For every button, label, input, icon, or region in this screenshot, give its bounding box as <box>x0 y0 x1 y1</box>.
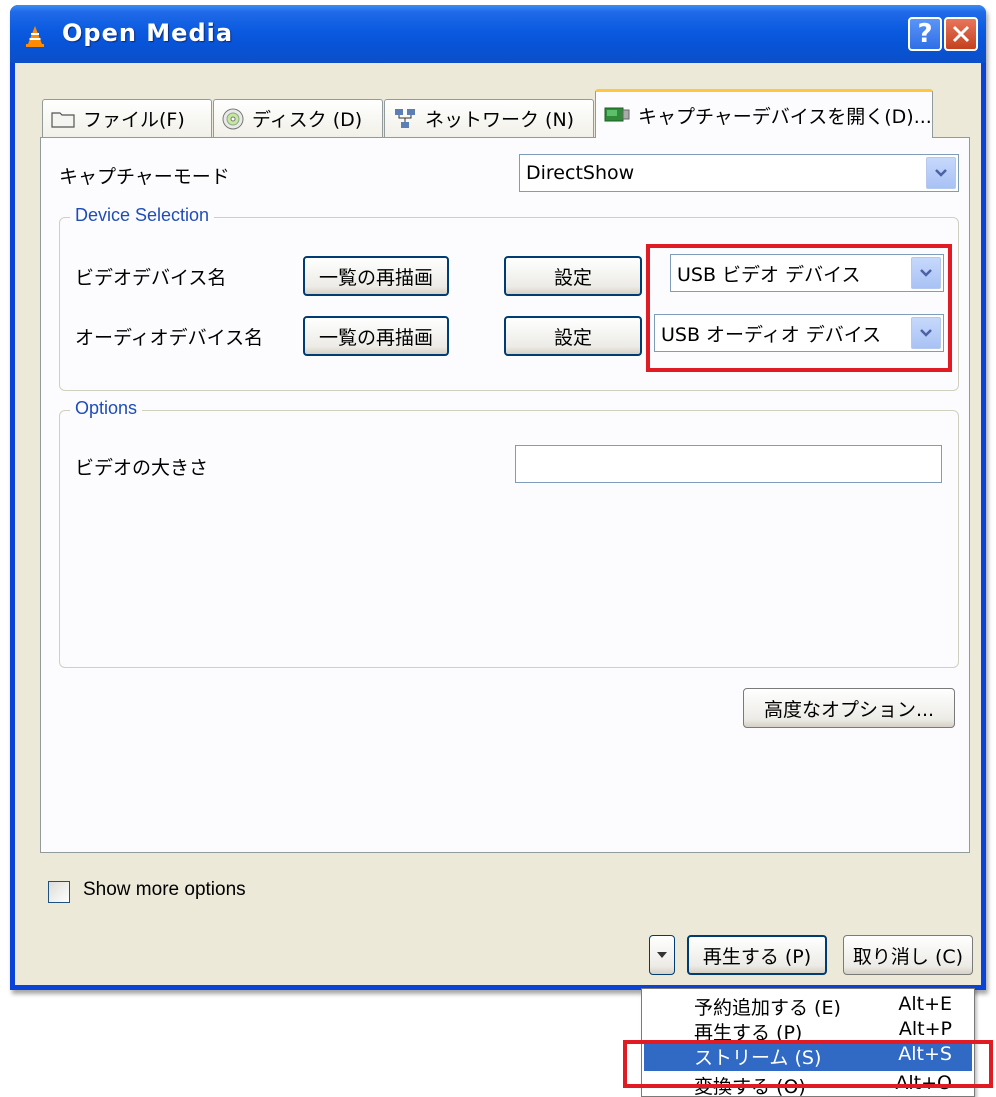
chevron-down-icon <box>657 952 667 958</box>
dialog-client-area: ファイル(F) ディスク (D) ネットワーク (N) キャプチャーデバイスを開… <box>15 63 981 985</box>
capture-card-icon <box>604 107 630 122</box>
window-title: Open Media <box>62 19 234 47</box>
video-size-label: ビデオの大きさ <box>75 457 209 479</box>
capture-mode-select[interactable]: DirectShow <box>519 154 959 192</box>
capture-mode-label: キャプチャーモード <box>59 166 230 188</box>
audio-device-label: オーディオデバイス名 <box>75 327 264 349</box>
play-button[interactable]: 再生する (P) <box>687 935 827 975</box>
show-more-checkbox[interactable] <box>48 881 70 903</box>
tab-capture-device[interactable]: キャプチャーデバイスを開く(D)... <box>595 89 933 138</box>
vlc-cone-icon <box>26 26 44 47</box>
options-group: Options ビデオの大きさ <box>59 398 959 668</box>
stream-highlight-box <box>623 1040 993 1088</box>
options-title: Options <box>70 398 143 419</box>
disc-icon <box>222 108 244 129</box>
title-bar[interactable]: Open Media ? <box>10 5 986 63</box>
video-size-field[interactable] <box>515 445 942 483</box>
video-refresh-button[interactable]: 一覧の再描画 <box>303 256 449 296</box>
video-device-label: ビデオデバイス名 <box>75 267 227 289</box>
audio-refresh-button[interactable]: 一覧の再描画 <box>303 316 449 356</box>
device-selection-group: Device Selection ビデオデバイス名 一覧の再描画 設定 USB … <box>59 205 959 391</box>
audio-config-button[interactable]: 設定 <box>504 316 642 356</box>
show-more-label[interactable]: Show more options <box>83 879 246 901</box>
advanced-options-button[interactable]: 高度なオプション... <box>743 688 955 728</box>
tab-disc[interactable]: ディスク (D) <box>213 99 383 137</box>
help-button[interactable]: ? <box>908 17 942 51</box>
play-dropdown-button[interactable] <box>649 935 675 975</box>
chevron-down-icon <box>926 157 956 189</box>
cancel-button[interactable]: 取り消し (C) <box>843 935 973 975</box>
folder-icon <box>51 111 75 128</box>
video-config-button[interactable]: 設定 <box>504 256 642 296</box>
close-button[interactable] <box>944 17 978 51</box>
network-icon <box>395 108 415 128</box>
tab-file[interactable]: ファイル(F) <box>42 99 212 137</box>
device-highlight-box <box>646 244 952 372</box>
open-media-window: Open Media ? ファイル(F) ディスク (D) ネットワーク (N)… <box>10 5 986 990</box>
tab-network[interactable]: ネットワーク (N) <box>384 99 594 137</box>
close-icon <box>952 25 970 43</box>
device-selection-title: Device Selection <box>70 205 215 226</box>
capture-tab-panel: キャプチャーモード DirectShow Device Selection ビデ… <box>40 137 970 853</box>
